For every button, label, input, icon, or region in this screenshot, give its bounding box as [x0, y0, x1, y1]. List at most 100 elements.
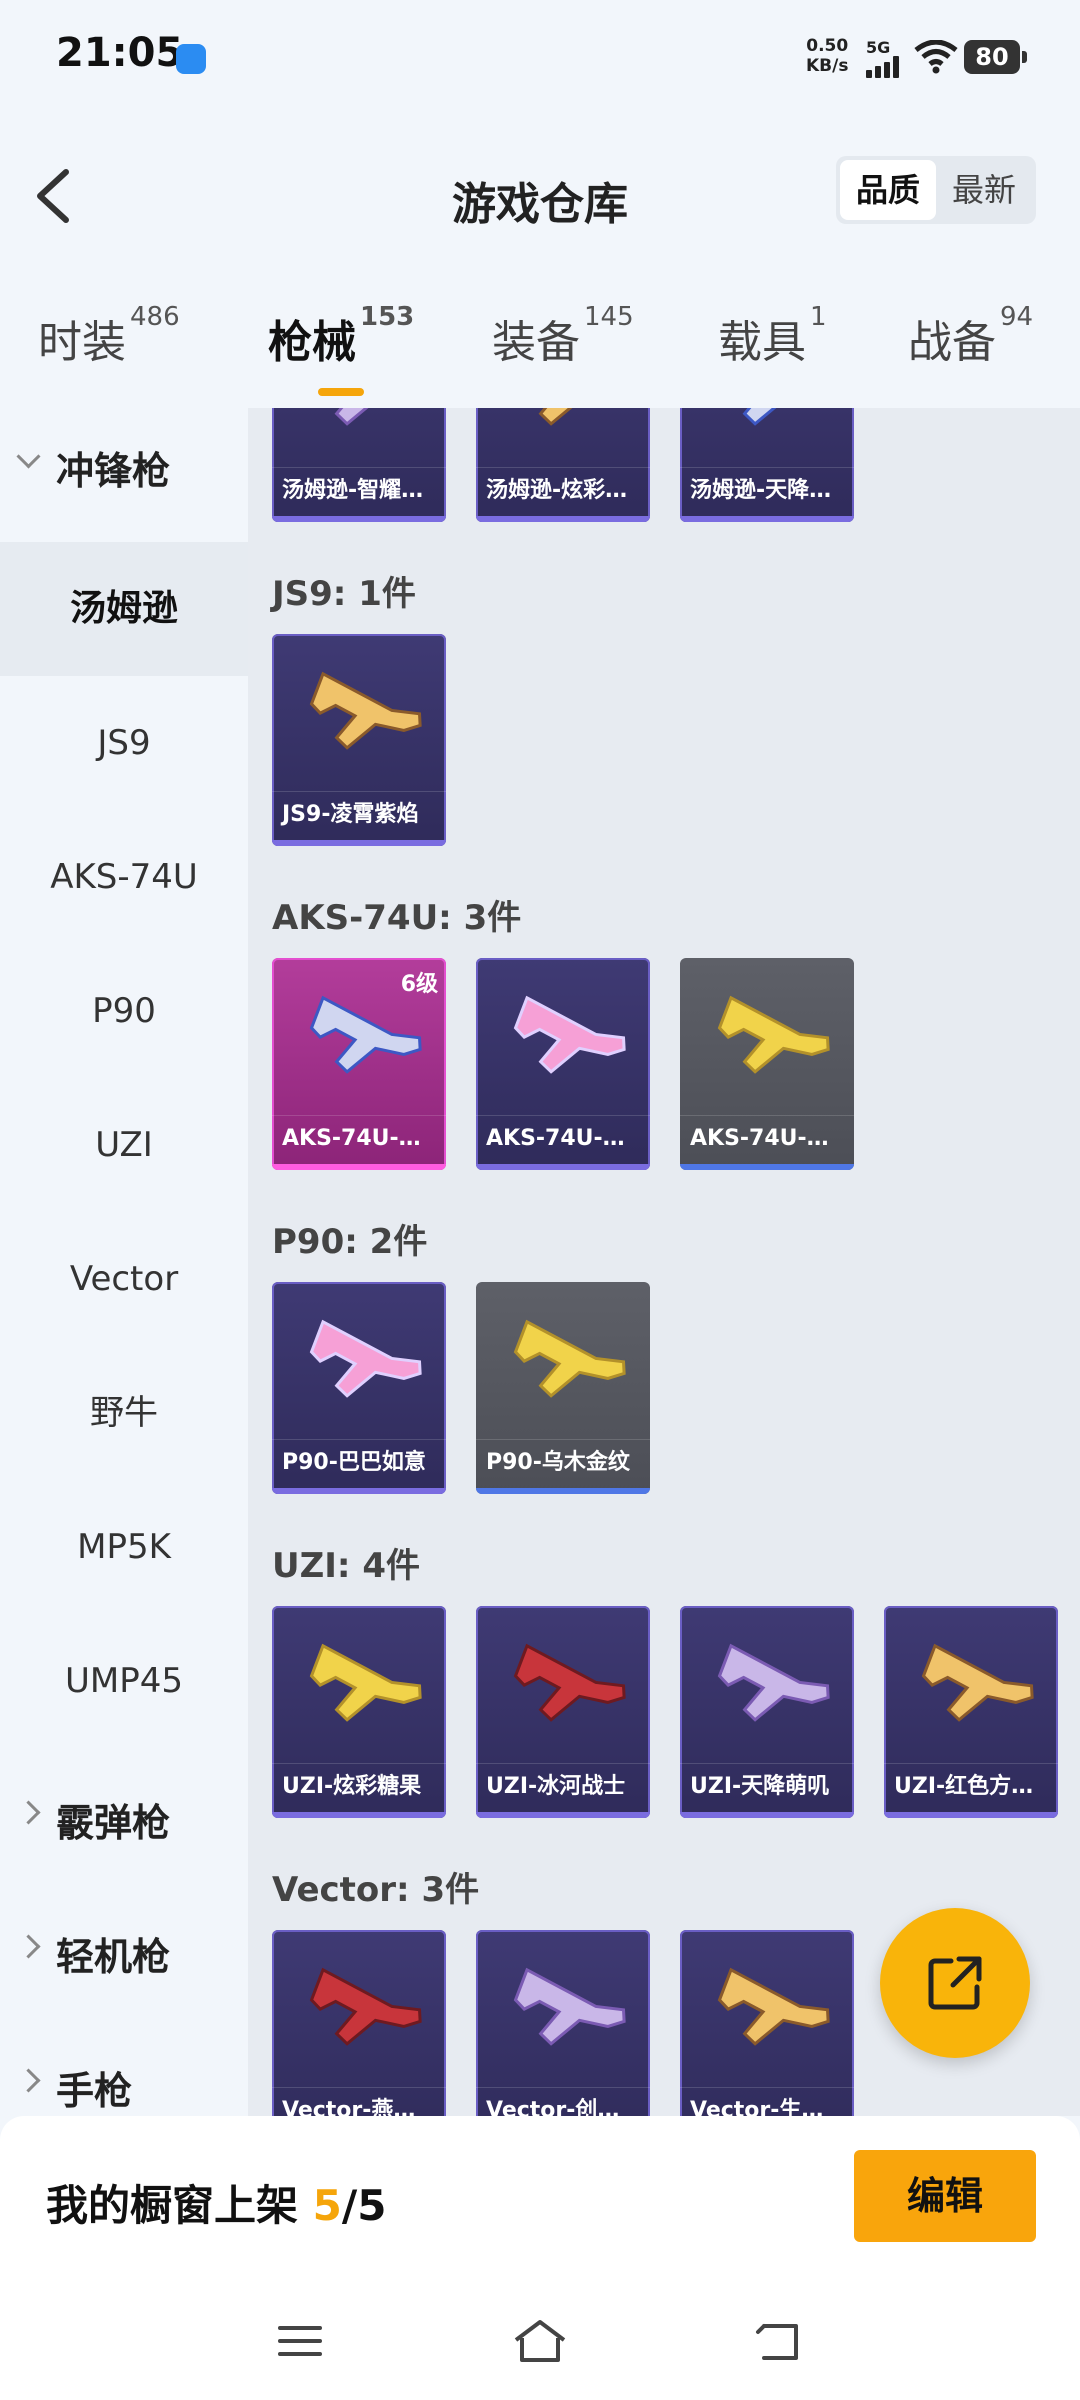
tab-vehicles[interactable]: 载具 1: [718, 302, 827, 370]
network-speed: 0.50 KB/s: [806, 36, 848, 76]
weapon-card[interactable]: P90-巴巴如意: [272, 1282, 446, 1494]
tab-fashion[interactable]: 时装 486: [38, 302, 180, 370]
sidebar-item-ump45[interactable]: UMP45: [0, 1614, 248, 1748]
weapon-name: UZI-天降萌叽: [680, 1763, 854, 1810]
sidebar-item-js9[interactable]: JS9: [0, 676, 248, 810]
weapon-name: JS9-凌霄紫焰: [272, 791, 446, 838]
sidebar-item-p90[interactable]: P90: [0, 944, 248, 1078]
weapon-card[interactable]: UZI-天降萌叽: [680, 1606, 854, 1818]
section-title: AKS-74U: 3件: [272, 898, 522, 938]
sidebar-group-label: 轻机枪: [56, 1935, 171, 1979]
weapon-card[interactable]: UZI-红色方…: [884, 1606, 1058, 1818]
tab-guns[interactable]: 枪械 153: [268, 302, 414, 396]
chevron-right-icon: [16, 2068, 41, 2093]
weapon-card[interactable]: P90-乌木金纹: [476, 1282, 650, 1494]
weapon-type-sidebar: 冲锋枪 汤姆逊 JS9 AKS-74U P90 UZI Vector 野牛 MP…: [0, 408, 248, 2116]
showcase-label-text: 我的橱窗上架: [46, 2181, 313, 2230]
weapon-name: P90-乌木金纹: [476, 1439, 650, 1486]
status-bar: 21:05 0.50 KB/s 5G 80: [0, 0, 1080, 110]
sidebar-group-label: 冲锋枪: [56, 449, 171, 493]
edit-button[interactable]: 编辑: [854, 2150, 1036, 2242]
showcase-total-count: /5: [341, 2181, 387, 2230]
tab-supplies[interactable]: 战备 94: [908, 302, 1033, 370]
tab-count: 153: [360, 302, 415, 332]
weapon-name: P90-巴巴如意: [272, 1439, 446, 1486]
chevron-down-icon: [16, 444, 41, 469]
sidebar-group-smg[interactable]: 冲锋枪: [0, 408, 248, 518]
weapon-skin-image: [309, 1967, 422, 2046]
weapon-card[interactable]: UZI-炫彩糖果: [272, 1606, 446, 1818]
rarity-bar: [476, 1488, 650, 1494]
weapon-card[interactable]: 汤姆逊-天降…: [680, 408, 854, 522]
sort-toggle: 品质 最新: [836, 156, 1036, 224]
weapon-skin-image: [717, 1643, 830, 1722]
weapon-name: AKS-74U-…: [476, 1115, 650, 1162]
weapon-name: 汤姆逊-智耀…: [272, 467, 446, 514]
sidebar-item-thompson[interactable]: 汤姆逊: [0, 542, 248, 676]
weapon-card[interactable]: UZI-冰河战士: [476, 1606, 650, 1818]
section-title: P90: 2件: [272, 1222, 428, 1262]
sidebar-group-lmg[interactable]: 轻机枪: [0, 1894, 248, 2004]
weapon-skin-image: [717, 1967, 830, 2046]
active-tab-indicator: [318, 388, 364, 396]
share-button[interactable]: [880, 1908, 1030, 2058]
rarity-bar: [476, 1812, 650, 1818]
weapon-card[interactable]: Vector-创…: [476, 1930, 650, 2116]
rarity-bar: [272, 1488, 446, 1494]
weapon-skin-image: [513, 995, 626, 1074]
sort-newest-button[interactable]: 最新: [936, 160, 1032, 220]
weapon-name: Vector-创…: [476, 2087, 650, 2116]
weapon-card[interactable]: 汤姆逊-炫彩…: [476, 408, 650, 522]
weapon-name: UZI-红色方…: [884, 1763, 1058, 1810]
chevron-right-icon: [16, 1934, 41, 1959]
sidebar-group-shotgun[interactable]: 霰弹枪: [0, 1760, 248, 1870]
category-tabs: 时装 486 枪械 153 装备 145 载具 1 战备 94: [0, 290, 1080, 400]
weapon-card[interactable]: 6级 AKS-74U-…: [272, 958, 446, 1170]
rarity-bar: [272, 840, 446, 846]
sidebar-item-uzi[interactable]: UZI: [0, 1078, 248, 1212]
tab-count: 486: [130, 302, 180, 332]
rarity-bar: [272, 1164, 446, 1170]
back-nav-icon[interactable]: [750, 2316, 810, 2366]
sidebar-item-bizon[interactable]: 野牛: [0, 1346, 248, 1480]
sidebar-group-label: 手枪: [56, 2069, 133, 2113]
weapon-skin-image: [309, 995, 422, 1074]
weapon-skin-image: [309, 1319, 422, 1398]
weapon-skin-image: [513, 408, 626, 426]
rarity-bar: [680, 1812, 854, 1818]
weapon-card[interactable]: Vector-燕…: [272, 1930, 446, 2116]
showcase-count-label: 我的橱窗上架 5/5: [46, 2172, 386, 2233]
weapon-name: AKS-74U-…: [680, 1115, 854, 1162]
weapon-card[interactable]: 汤姆逊-智耀…: [272, 408, 446, 522]
showcase-current-count: 5: [312, 2181, 342, 2230]
weapon-name: UZI-炫彩糖果: [272, 1763, 446, 1810]
weapon-skin-image: [717, 995, 830, 1074]
section-title: JS9: 1件: [272, 574, 416, 614]
rarity-bar: [476, 1164, 650, 1170]
weapon-card[interactable]: JS9-凌霄紫焰: [272, 634, 446, 846]
tab-equipment[interactable]: 装备 145: [492, 302, 634, 370]
sort-quality-button[interactable]: 品质: [840, 160, 936, 220]
network-speed-value: 0.50: [806, 36, 849, 56]
tab-count: 1: [810, 302, 827, 332]
sidebar-group-pistol[interactable]: 手枪: [0, 2028, 248, 2116]
sidebar-item-vector[interactable]: Vector: [0, 1212, 248, 1346]
level-badge: 6级: [400, 972, 438, 997]
rarity-bar: [272, 516, 446, 522]
section-title: UZI: 4件: [272, 1546, 421, 1586]
network-speed-unit: KB/s: [806, 56, 849, 76]
weapon-skin-image: [717, 408, 830, 426]
wifi-icon: [914, 40, 958, 74]
chevron-right-icon: [16, 1800, 41, 1825]
status-time: 21:05: [56, 30, 184, 76]
sidebar-item-aks74u[interactable]: AKS-74U: [0, 810, 248, 944]
weapon-card[interactable]: Vector-生…: [680, 1930, 854, 2116]
rarity-bar: [272, 1812, 446, 1818]
tab-count: 94: [1000, 302, 1034, 332]
weapon-card[interactable]: AKS-74U-…: [680, 958, 854, 1170]
sidebar-item-mp5k[interactable]: MP5K: [0, 1480, 248, 1614]
weapon-card[interactable]: AKS-74U-…: [476, 958, 650, 1170]
rarity-bar: [680, 1164, 854, 1170]
home-icon[interactable]: [510, 2316, 570, 2366]
menu-icon[interactable]: [270, 2316, 330, 2366]
